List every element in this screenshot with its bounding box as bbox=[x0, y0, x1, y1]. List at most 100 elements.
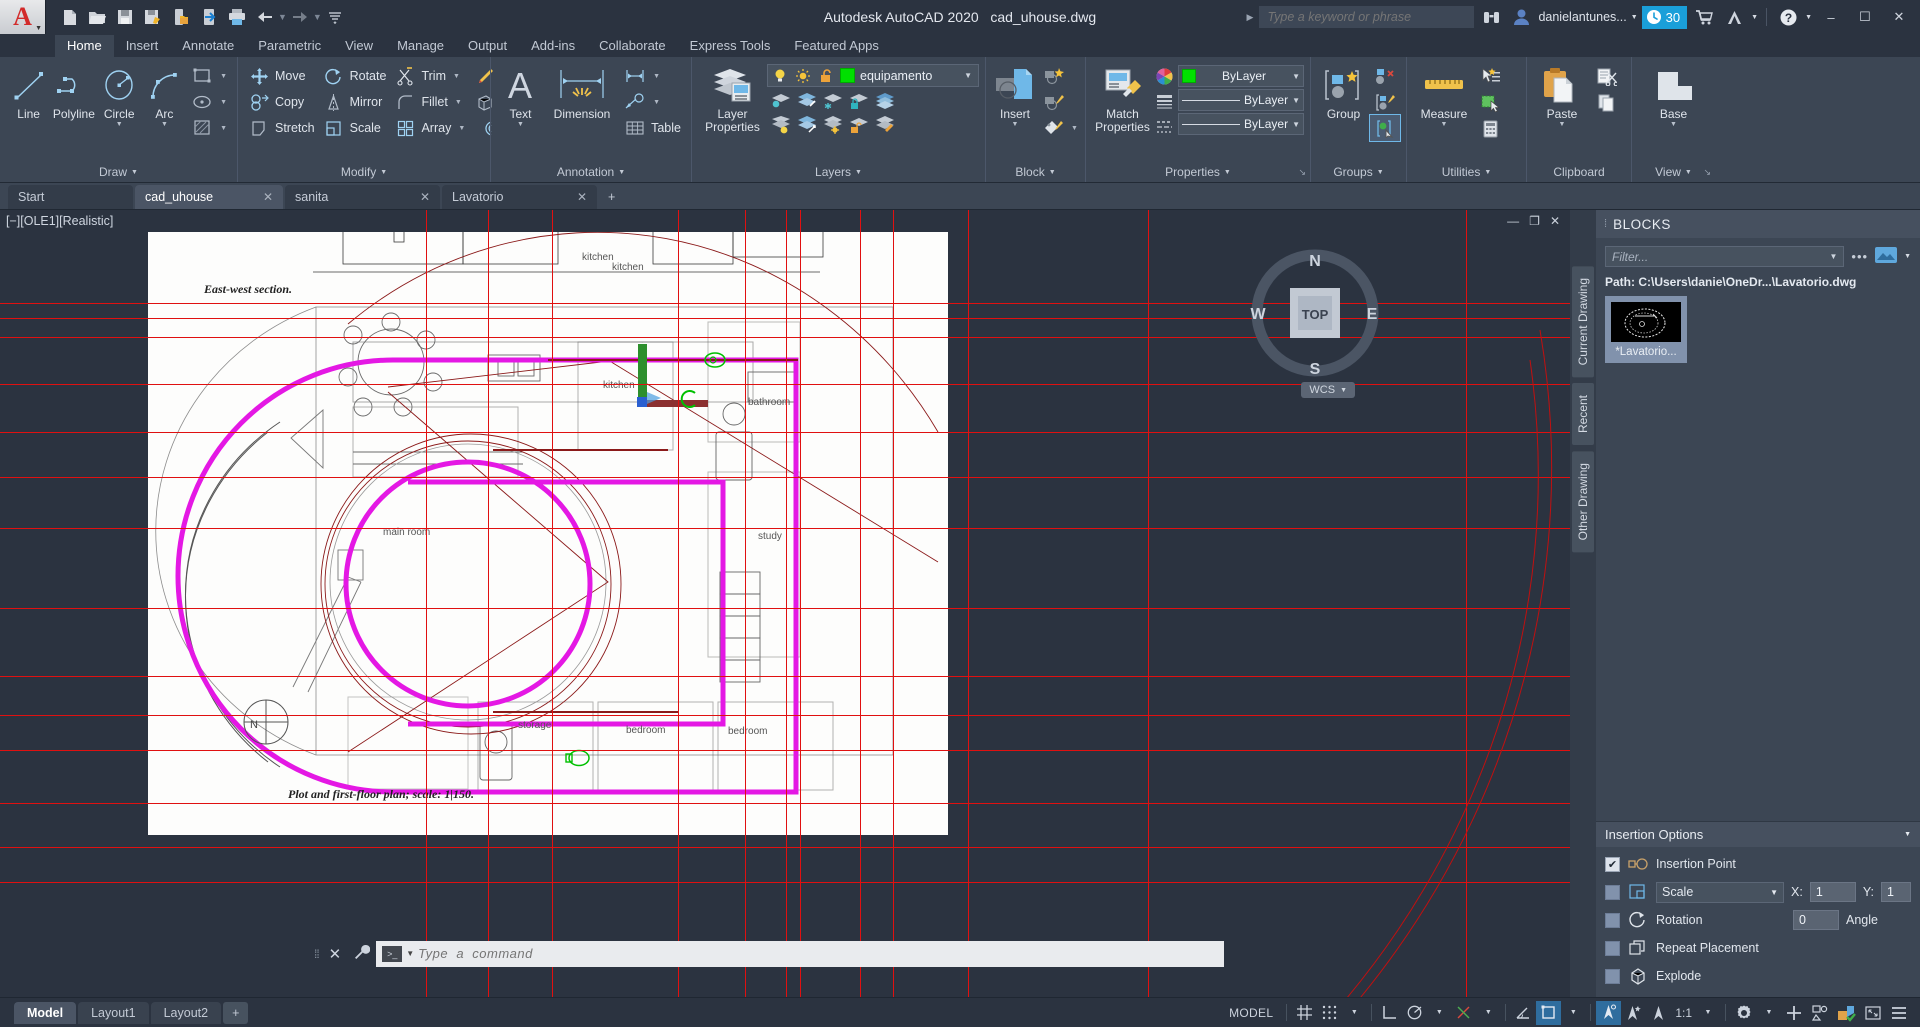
chevron-down-icon[interactable]: ▼ bbox=[1770, 888, 1778, 897]
viewport-close-icon[interactable]: ✕ bbox=[1550, 214, 1560, 228]
chevron-down-icon[interactable]: ▼ bbox=[618, 169, 625, 176]
layout-tab-layout1[interactable]: Layout1 bbox=[78, 1001, 149, 1024]
layer-thaw-all-icon[interactable] bbox=[821, 113, 843, 135]
chevron-down-icon[interactable]: ▼ bbox=[1484, 169, 1491, 176]
drawing-canvas[interactable]: [−][OLE1][Realistic] — ❐ ✕ East-west sec… bbox=[0, 210, 1570, 997]
clean-screen-icon[interactable] bbox=[1860, 1001, 1886, 1025]
modify-stretch-button[interactable]: Stretch bbox=[244, 115, 319, 141]
isolate-objects-icon[interactable] bbox=[1807, 1001, 1833, 1025]
file-tab-sanita[interactable]: sanita ✕ bbox=[285, 185, 440, 209]
scale-y-input[interactable]: 1 bbox=[1880, 882, 1911, 902]
object-snap-dropdown-arrow-icon[interactable]: ▼ bbox=[1561, 1001, 1585, 1025]
chevron-down-icon[interactable]: ▼ bbox=[1049, 169, 1056, 176]
base-view-button[interactable]: Base ▼ bbox=[1645, 63, 1703, 128]
application-menu-button[interactable]: A ▼ bbox=[0, 0, 46, 34]
object-snap-icon[interactable] bbox=[1536, 1000, 1562, 1025]
command-line-close-icon[interactable]: ✕ bbox=[323, 945, 348, 963]
autodesk-a-icon[interactable] bbox=[1721, 4, 1747, 30]
color-wheel-icon[interactable] bbox=[1153, 65, 1175, 87]
more-options-icon[interactable]: ••• bbox=[1851, 249, 1868, 264]
lightbulb-icon[interactable] bbox=[771, 65, 789, 87]
layer-turn-on-icon[interactable] bbox=[769, 113, 791, 135]
insertion-options-header[interactable]: Insertion Options ▼ bbox=[1596, 821, 1920, 847]
layout-tab-layout2[interactable]: Layout2 bbox=[150, 1001, 222, 1024]
modify-trim-dropdown-arrow-icon[interactable]: ▼ bbox=[453, 73, 460, 80]
redo-dropdown-arrow-icon[interactable]: ▼ bbox=[313, 12, 322, 22]
grid-display-icon[interactable] bbox=[1292, 1001, 1317, 1025]
dialog-launcher-icon[interactable]: ↘ bbox=[1703, 167, 1711, 178]
shopping-cart-icon[interactable] bbox=[1691, 4, 1717, 30]
snap-mode-dropdown-arrow-icon[interactable]: ▼ bbox=[1342, 1001, 1366, 1025]
workspace-switching-icon[interactable] bbox=[1731, 1001, 1757, 1025]
chevron-down-icon[interactable]: ▼ bbox=[406, 949, 414, 958]
binoculars-icon[interactable] bbox=[1478, 4, 1504, 30]
modify-panel-title[interactable]: Modify ▼ bbox=[238, 162, 490, 182]
file-tab-cad-uhouse[interactable]: cad_uhouse ✕ bbox=[135, 185, 283, 209]
user-avatar-icon[interactable] bbox=[1508, 4, 1534, 30]
lineweight-icon[interactable] bbox=[1153, 90, 1175, 112]
hardware-acceleration-icon[interactable] bbox=[1833, 1001, 1860, 1025]
draw-ellipse-dropdown-arrow-icon[interactable]: ▼ bbox=[220, 99, 227, 106]
ribbon-tab-insert[interactable]: Insert bbox=[114, 35, 171, 57]
annotation-linear-dim-dropdown-arrow-icon[interactable]: ▼ bbox=[653, 73, 660, 80]
layer-color-swatch[interactable] bbox=[840, 68, 855, 83]
draw-panel-title[interactable]: Draw ▼ bbox=[0, 162, 237, 182]
palette-tab-recent[interactable]: Recent bbox=[1572, 383, 1594, 446]
object-snap-tracking-icon[interactable] bbox=[1451, 1001, 1476, 1025]
draw-line-button[interactable]: Line bbox=[6, 63, 51, 121]
open-from-web-icon[interactable] bbox=[196, 4, 222, 30]
ribbon-tab-view[interactable]: View bbox=[333, 35, 385, 57]
search-input[interactable] bbox=[1259, 6, 1475, 28]
chevron-down-icon[interactable]: ▼ bbox=[1292, 120, 1300, 129]
lineweight-dropdown[interactable]: ByLayer ▼ bbox=[1178, 89, 1304, 111]
layer-unisolate-icon[interactable] bbox=[795, 113, 817, 135]
chevron-down-icon[interactable]: ▼ bbox=[1829, 252, 1837, 261]
chevron-down-icon[interactable]: ▼ bbox=[1292, 96, 1300, 105]
model-space-toggle[interactable]: MODEL bbox=[1221, 1001, 1281, 1025]
trial-days-badge[interactable]: 30 bbox=[1641, 5, 1688, 29]
paste-button[interactable]: Paste ▼ bbox=[1533, 63, 1591, 128]
draw-arc-dropdown-arrow-icon[interactable]: ▼ bbox=[161, 121, 168, 128]
layer-isolate-icon[interactable] bbox=[795, 89, 817, 111]
maximize-button[interactable]: ☐ bbox=[1850, 0, 1880, 34]
block-list[interactable]: *Lavatorio... bbox=[1596, 296, 1920, 821]
ribbon-tab-annotate[interactable]: Annotate bbox=[170, 35, 246, 57]
annotation-table-button[interactable]: Table bbox=[620, 115, 685, 141]
open-file-icon[interactable] bbox=[84, 4, 110, 30]
chevron-down-icon[interactable]: ▼ bbox=[1340, 387, 1347, 394]
scale-x-input[interactable]: 1 bbox=[1809, 882, 1856, 902]
linetype-dropdown[interactable]: ByLayer ▼ bbox=[1178, 113, 1304, 135]
file-tab-close-icon[interactable]: ✕ bbox=[577, 190, 587, 204]
new-file-icon[interactable] bbox=[56, 4, 82, 30]
draw-rectangle-button[interactable]: ▼ bbox=[187, 63, 231, 89]
command-input[interactable] bbox=[418, 946, 1219, 961]
dialog-launcher-icon[interactable]: ↘ bbox=[1298, 167, 1306, 178]
block-edit-attribute-dropdown-arrow-icon[interactable]: ▼ bbox=[1071, 125, 1078, 132]
modify-fillet-dropdown-arrow-icon[interactable]: ▼ bbox=[455, 99, 462, 106]
user-name-label[interactable]: danielantunes... bbox=[1538, 10, 1626, 24]
drag-handle-icon[interactable]: ⁞⁞ bbox=[310, 947, 323, 961]
palette-tab-other-drawing[interactable]: Other Drawing bbox=[1572, 451, 1594, 553]
annotation-visibility-icon[interactable] bbox=[1596, 1000, 1622, 1025]
polar-tracking-icon[interactable] bbox=[1402, 1001, 1427, 1025]
layout-tab-model[interactable]: Model bbox=[14, 1001, 77, 1024]
block-edit-button[interactable] bbox=[1038, 89, 1082, 115]
modify-array-button[interactable]: Array ▼ bbox=[390, 115, 469, 141]
block-insert-dropdown-arrow-icon[interactable]: ▼ bbox=[1012, 121, 1019, 128]
modify-trim-button[interactable]: Trim ▼ bbox=[390, 63, 469, 89]
calculator-button[interactable] bbox=[1475, 115, 1505, 141]
file-tab-close-icon[interactable]: ✕ bbox=[263, 190, 273, 204]
draw-polyline-button[interactable]: Polyline bbox=[51, 63, 96, 121]
draw-circle-dropdown-arrow-icon[interactable]: ▼ bbox=[116, 121, 123, 128]
user-menu-arrow-icon[interactable]: ▼ bbox=[1631, 14, 1638, 21]
viewport-restore-icon[interactable]: ❐ bbox=[1529, 214, 1540, 228]
groups-panel-title[interactable]: Groups ▼ bbox=[1311, 162, 1406, 182]
layer-make-current-icon[interactable] bbox=[873, 89, 895, 111]
layers-panel-title[interactable]: Layers ▼ bbox=[692, 162, 985, 182]
thumbnail-view-icon[interactable] bbox=[1875, 247, 1898, 266]
draw-arc-button[interactable]: Arc ▼ bbox=[142, 63, 187, 128]
close-button[interactable]: ✕ bbox=[1884, 0, 1914, 34]
palette-tab-current-drawing[interactable]: Current Drawing bbox=[1572, 266, 1594, 378]
current-layer-dropdown[interactable]: equipamento ▼ bbox=[767, 64, 979, 87]
rotation-checkbox[interactable] bbox=[1605, 912, 1620, 928]
